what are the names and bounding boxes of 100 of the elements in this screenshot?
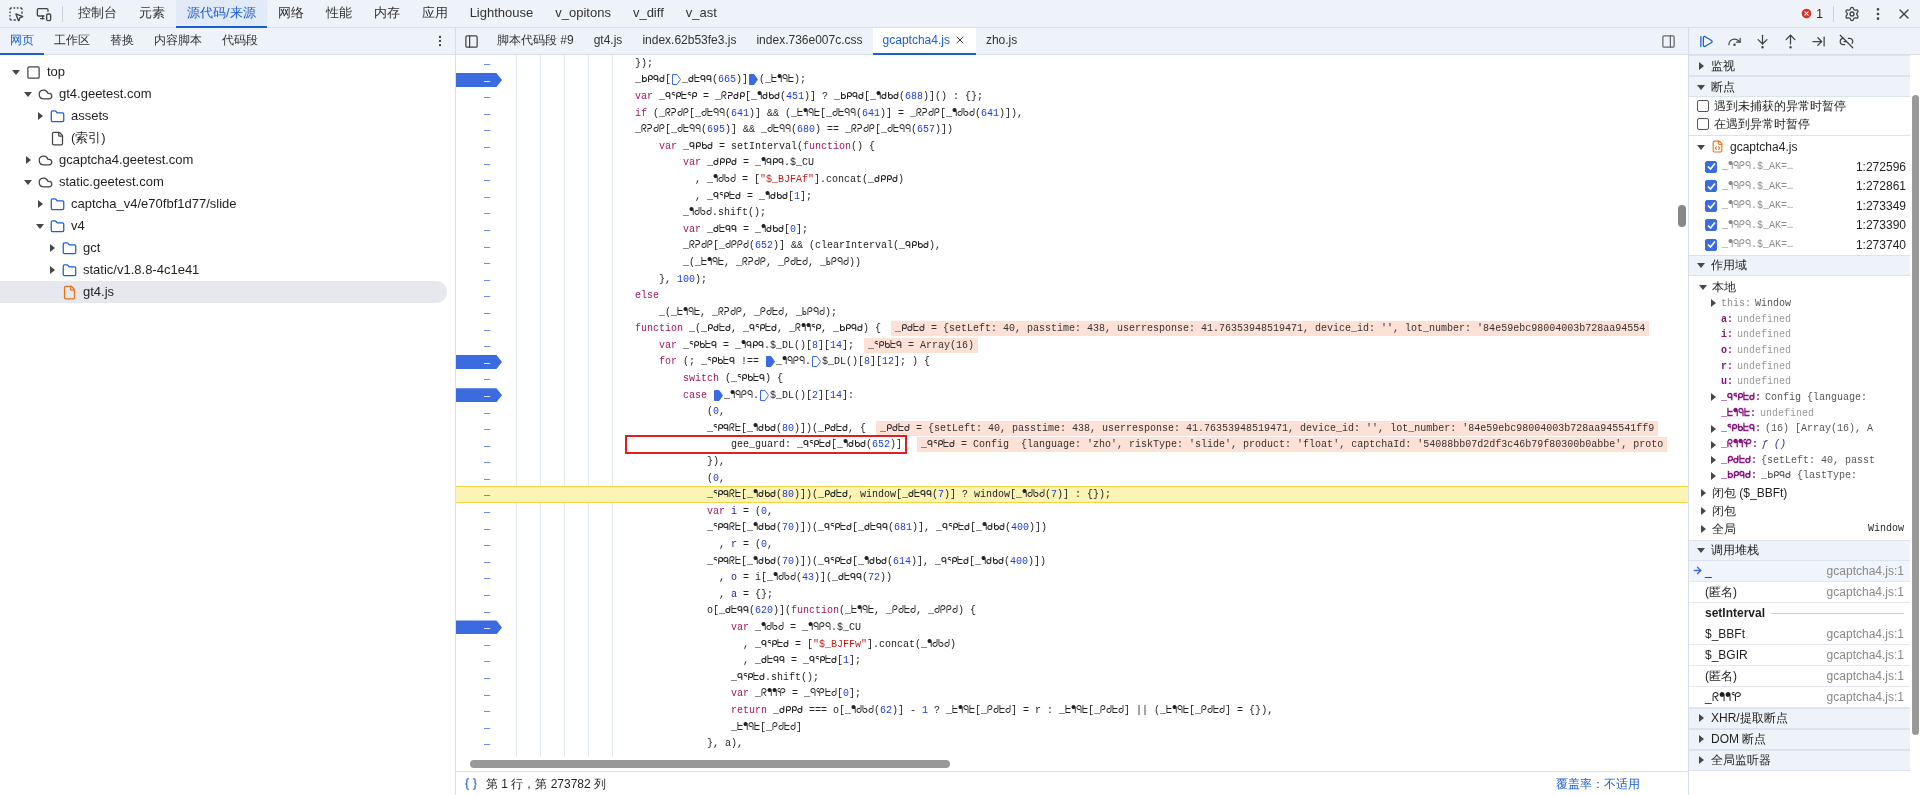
deactivate-breakpoints-icon[interactable] (1839, 33, 1854, 49)
stack-frame[interactable]: _ᖇᖳᖳᕿ gcaptcha4.js:1 (1689, 686, 1910, 708)
tree-item[interactable]: (索引) (0, 127, 447, 149)
tree-item[interactable]: captcha_v4/e70fbf1d77/slide (0, 193, 447, 215)
panel-tab[interactable]: 元素 (128, 0, 176, 28)
caret-icon[interactable] (1697, 261, 1705, 269)
checkbox[interactable] (1705, 180, 1717, 193)
caret-icon[interactable] (36, 200, 44, 208)
caret-icon[interactable] (1697, 546, 1705, 555)
editor-tab[interactable]: 脚本代码段 #9 (487, 27, 584, 55)
navigator-tab[interactable]: 网页 (0, 27, 44, 55)
scope-title[interactable]: 本地 (1712, 277, 1736, 296)
tree-item[interactable]: gcaptcha4.geetest.com (0, 149, 447, 171)
section-header[interactable]: 调用堆栈 (1689, 539, 1910, 561)
inline-breakpoint-icon[interactable] (766, 356, 776, 368)
panel-tab[interactable]: v_diff (621, 0, 675, 28)
checkbox[interactable] (1697, 118, 1709, 130)
scope-title[interactable]: 全局 (1712, 519, 1736, 538)
settings-icon[interactable] (1844, 5, 1860, 22)
caret-icon[interactable] (36, 222, 44, 230)
section-header[interactable]: DOM 断点 (1689, 728, 1910, 750)
caret-icon[interactable] (48, 244, 56, 252)
panel-tab[interactable]: 源代码/来源 (176, 0, 267, 28)
scope-title[interactable]: 闭包 (1712, 501, 1736, 520)
panel-tab[interactable]: 控制台 (67, 0, 128, 28)
resume-icon[interactable] (1699, 33, 1714, 49)
caret-icon[interactable] (1697, 756, 1705, 765)
navigator-tab[interactable]: 内容脚本 (144, 27, 212, 55)
caret-icon[interactable] (12, 68, 20, 76)
caret-icon[interactable] (1709, 299, 1717, 308)
stack-frame[interactable]: _ gcaptcha4.js:1 (1689, 560, 1910, 582)
panel-tab[interactable]: 应用 (410, 0, 459, 28)
caret-icon[interactable] (1697, 735, 1705, 744)
caret-icon[interactable] (48, 266, 56, 274)
editor-tab[interactable]: index.62b53fe3.js (632, 27, 747, 55)
caret-icon[interactable] (24, 178, 32, 186)
inspect-icon[interactable] (8, 5, 24, 22)
breakpoint-marker[interactable]: – (456, 388, 502, 403)
section-header[interactable]: 监视 (1689, 55, 1910, 76)
editor-tab[interactable]: zho.js (975, 27, 1028, 55)
toggle-navigator-icon[interactable] (464, 33, 479, 49)
section-header[interactable]: 作用域 (1689, 254, 1910, 276)
stack-frame[interactable]: $_BGIR gcaptcha4.js:1 (1689, 644, 1910, 666)
stack-frame[interactable]: (匿名) gcaptcha4.js:1 (1689, 581, 1910, 603)
inline-breakpoint-icon[interactable] (672, 74, 681, 86)
checkbox[interactable] (1705, 160, 1717, 173)
caret-icon[interactable] (1699, 524, 1707, 533)
caret-icon[interactable] (36, 112, 44, 120)
section-header[interactable]: XHR/提取断点 (1689, 707, 1910, 729)
coverage-link[interactable]: 覆盖率：不适用 (1556, 774, 1640, 793)
inline-breakpoint-icon[interactable] (812, 356, 822, 368)
stack-frame[interactable]: (匿名) gcaptcha4.js:1 (1689, 665, 1910, 687)
editor-tab[interactable]: gcaptcha4.js (872, 27, 976, 55)
tree-item[interactable]: gt4.geetest.com (0, 83, 447, 105)
device-icon[interactable] (36, 5, 52, 22)
caret-icon[interactable] (1697, 714, 1705, 723)
tree-item[interactable]: static/v1.8.8-4c1e41 (0, 259, 447, 281)
tree-item[interactable]: gt4.js (0, 281, 447, 303)
tree-item[interactable]: gct (0, 237, 447, 259)
scrollbar-thumb[interactable] (1911, 95, 1919, 735)
tree-item[interactable]: v4 (0, 215, 447, 237)
stack-frame[interactable]: $_BBFt gcaptcha4.js:1 (1689, 623, 1910, 645)
editor-tab[interactable]: index.736e007c.css (746, 27, 873, 55)
scrollbar-thumb[interactable] (470, 760, 950, 768)
caret-icon[interactable] (24, 156, 32, 164)
panel-tab[interactable]: 网络 (266, 0, 315, 28)
caret-icon[interactable] (1697, 82, 1705, 91)
caret-icon[interactable] (1699, 282, 1707, 291)
tree-item[interactable]: assets (0, 105, 447, 127)
tree-item[interactable]: static.geetest.com (0, 171, 447, 193)
breakpoint-marker[interactable]: – (456, 355, 502, 369)
breakpoint-marker[interactable]: – (456, 72, 502, 87)
scope-title[interactable]: 闭包 ($_BBFt) (1712, 483, 1788, 502)
tree-item[interactable]: top (0, 61, 447, 83)
panel-tab[interactable]: 内存 (362, 0, 411, 28)
error-badge[interactable]: 1 (1800, 4, 1823, 23)
editor-tab[interactable]: gt4.js (583, 27, 633, 55)
checkbox[interactable] (1705, 219, 1717, 232)
caret-icon[interactable] (1699, 506, 1707, 515)
inline-breakpoint-icon[interactable] (714, 389, 723, 401)
caret-icon[interactable] (24, 90, 32, 98)
checkbox[interactable] (1705, 238, 1717, 251)
checkbox[interactable] (1697, 100, 1709, 112)
scrollbar-thumb[interactable] (1678, 205, 1686, 227)
section-header[interactable]: 断点 (1689, 76, 1910, 97)
caret-icon[interactable] (1697, 61, 1705, 70)
step-out-icon[interactable] (1783, 33, 1798, 49)
breakpoint-file[interactable]: gcaptcha4.js (1730, 137, 1798, 156)
panel-tab[interactable]: Lighthouse (458, 0, 545, 28)
inline-breakpoint-icon[interactable] (749, 74, 759, 86)
toggle-debugger-icon[interactable] (1661, 33, 1676, 49)
pretty-print-icon[interactable] (464, 776, 478, 791)
checkbox[interactable] (1705, 199, 1717, 212)
step-into-icon[interactable] (1755, 33, 1770, 49)
caret-icon[interactable] (1709, 393, 1717, 402)
breakpoint-marker[interactable]: – (456, 620, 502, 635)
caret-icon[interactable] (1699, 488, 1707, 497)
navigator-tab[interactable]: 替换 (100, 27, 144, 55)
section-header[interactable]: 全局监听器 (1689, 749, 1910, 771)
navigator-tab[interactable]: 代码段 (212, 27, 268, 55)
